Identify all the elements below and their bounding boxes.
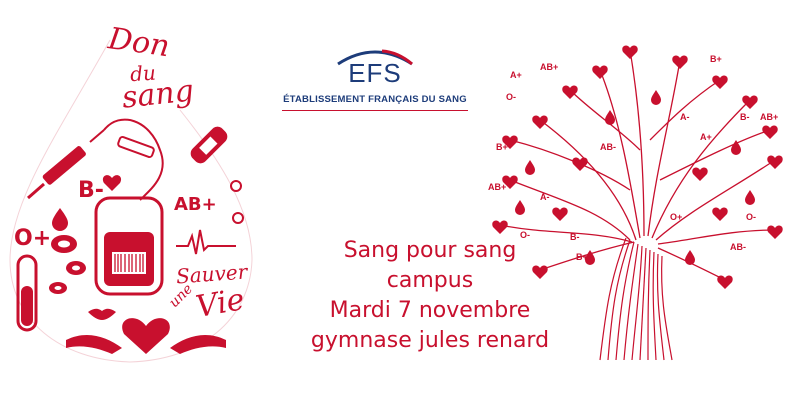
- group-label-b-neg: B-: [78, 178, 104, 203]
- drop-icon: [52, 208, 68, 231]
- tree-label: O-: [746, 212, 756, 222]
- tree-label: O-: [520, 230, 530, 240]
- group-label-o-pos: O+: [14, 226, 52, 251]
- group-label-ab-pos: AB+: [174, 194, 217, 215]
- tree-label: B+: [496, 142, 508, 152]
- blood-cells-icon: [49, 235, 86, 294]
- tree-hearts: [492, 45, 783, 289]
- logo-full-name: ÉTABLISSEMENT FRANÇAIS DU SANG: [283, 94, 467, 105]
- tree-label: AB-: [600, 142, 616, 152]
- tree-label: B-: [740, 112, 750, 122]
- tree-label: AB+: [760, 112, 778, 122]
- efs-logo: EFS ÉTABLISSEMENT FRANÇAIS DU SANG: [280, 42, 470, 116]
- test-tube-icon: [16, 254, 38, 332]
- heartbeat-icon: [176, 229, 236, 255]
- virus-icon: [230, 180, 244, 224]
- tree-label: A+: [510, 70, 522, 80]
- bandage-icon: [190, 126, 228, 164]
- blood-tree-illustration: A+ AB+ B+ O- A- AB- B- O+ AB+ AB+ A- B+ …: [488, 45, 783, 361]
- heart-icon: [102, 175, 122, 191]
- clamp-icon: [117, 135, 155, 159]
- tree-label: O-: [506, 92, 516, 102]
- tree-label: AB+: [488, 182, 506, 192]
- tree-label: O+: [670, 212, 682, 222]
- tree-label: B+: [576, 252, 588, 262]
- tree-label: A-: [540, 192, 550, 202]
- blood-bag-icon: [94, 196, 164, 296]
- logo-underline: [282, 110, 468, 111]
- tree-trunk: [599, 237, 673, 361]
- tree-label: AB+: [540, 62, 558, 72]
- tree-label: AB-: [730, 242, 746, 252]
- drop-title-line3: sang: [120, 73, 196, 116]
- tree-label: B-: [570, 232, 580, 242]
- lips-icon: [88, 308, 116, 320]
- drop-title: Don du sang: [106, 21, 196, 116]
- tree-label: B+: [710, 54, 722, 64]
- logo-acronym: EFS: [348, 58, 402, 88]
- tree-label: A+: [700, 132, 712, 142]
- tree-label: A-: [680, 112, 690, 122]
